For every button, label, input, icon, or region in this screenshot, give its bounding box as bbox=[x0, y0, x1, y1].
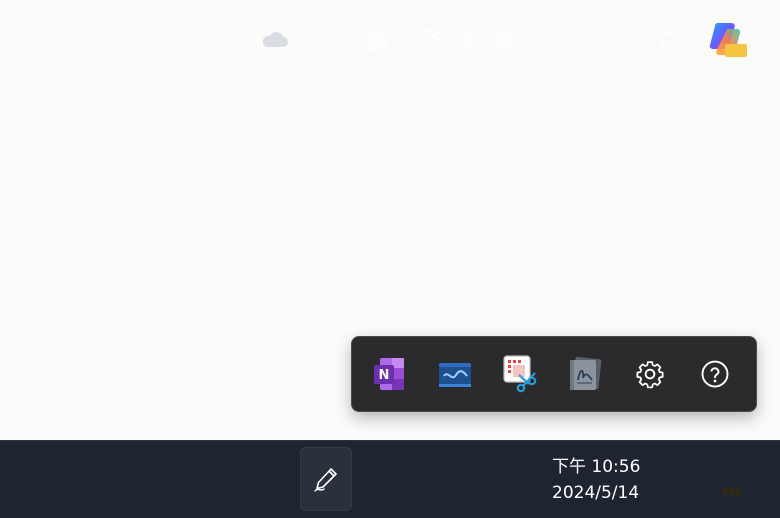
copilot-badge: PRE bbox=[722, 488, 742, 498]
onenote-icon: N bbox=[374, 358, 404, 390]
clock-time: 下午 10:56 bbox=[552, 457, 641, 477]
input-method-label: 英 bbox=[366, 29, 390, 55]
snipping-tool-icon bbox=[503, 355, 537, 393]
copilot-button[interactable] bbox=[701, 7, 753, 71]
volume-muted-icon bbox=[459, 30, 481, 48]
pen-settings-button[interactable] bbox=[626, 350, 674, 398]
snipping-tool-button[interactable] bbox=[496, 350, 544, 398]
help-icon bbox=[701, 360, 729, 388]
volume-button[interactable] bbox=[454, 7, 488, 71]
clock-button[interactable]: 下午 10:56 2024/5/14 bbox=[545, 452, 653, 508]
wifi-button[interactable] bbox=[414, 7, 448, 71]
battery-button[interactable] bbox=[493, 7, 529, 71]
pen-menu-flyout: N bbox=[351, 336, 757, 412]
notifications-button[interactable] bbox=[652, 7, 686, 71]
chevron-up-icon bbox=[214, 34, 230, 43]
onedrive-button[interactable] bbox=[254, 7, 294, 71]
journal-icon bbox=[570, 356, 602, 390]
clock-date: 2024/5/14 bbox=[552, 483, 640, 503]
wifi-icon bbox=[418, 30, 444, 50]
cloud-icon bbox=[262, 32, 288, 47]
pen-icon bbox=[314, 468, 337, 492]
help-button[interactable] bbox=[691, 350, 739, 398]
battery-charging-icon bbox=[498, 29, 523, 49]
journal-button[interactable] bbox=[561, 350, 609, 398]
whiteboard-icon bbox=[439, 363, 471, 387]
onenote-button[interactable]: N bbox=[366, 350, 414, 398]
gear-icon bbox=[636, 361, 664, 389]
pen-menu-button[interactable] bbox=[300, 447, 352, 511]
copilot-icon bbox=[709, 22, 747, 57]
svg-text:N: N bbox=[379, 368, 390, 383]
taskbar bbox=[0, 440, 780, 518]
bell-snooze-icon bbox=[659, 27, 680, 52]
whiteboard-button[interactable] bbox=[431, 350, 479, 398]
input-method-button[interactable]: 英 bbox=[358, 7, 398, 71]
show-hidden-icons-button[interactable] bbox=[205, 7, 239, 71]
